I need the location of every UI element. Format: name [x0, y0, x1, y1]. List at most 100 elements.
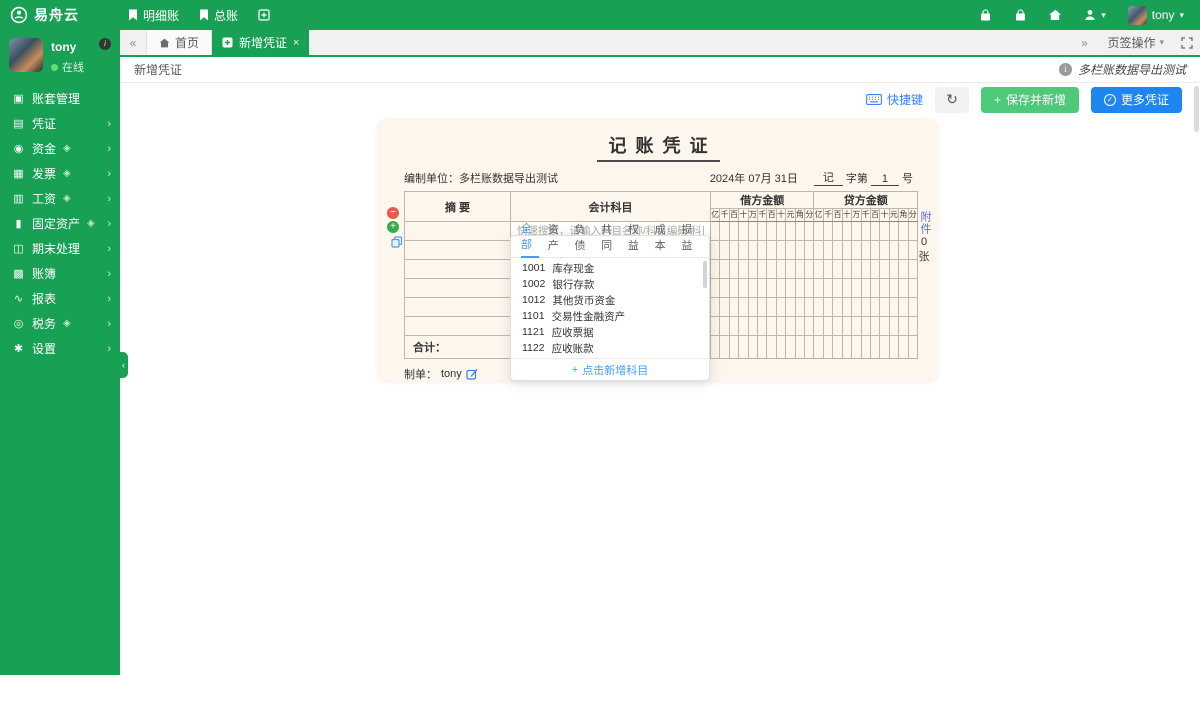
amount-cell[interactable] [833, 241, 842, 260]
amount-cell[interactable] [852, 279, 861, 298]
amount-cell[interactable] [842, 241, 851, 260]
nav-item-general-ledger[interactable]: 总账 [199, 7, 238, 24]
account-menu[interactable]: tony ▾ [1128, 6, 1184, 25]
edit-icon[interactable] [466, 368, 478, 380]
amount-cell[interactable] [861, 279, 870, 298]
amount-cell[interactable] [899, 317, 908, 336]
home-button[interactable] [1049, 9, 1062, 21]
amount-cell[interactable] [823, 222, 832, 241]
account-option[interactable]: 1101交易性金融资产 [511, 308, 709, 324]
amount-cell[interactable] [786, 241, 795, 260]
tabs-scroll-left-button[interactable]: « [120, 30, 146, 55]
summary-cell[interactable] [405, 260, 511, 279]
app-store-button[interactable] [979, 9, 992, 22]
amount-cell[interactable] [880, 279, 889, 298]
amount-cell[interactable] [805, 279, 814, 298]
amount-cell[interactable] [776, 241, 785, 260]
amount-cell[interactable] [889, 241, 898, 260]
amount-cell[interactable] [739, 260, 748, 279]
sidebar-item-payroll[interactable]: ▥ 工资 ◈ › [0, 186, 120, 211]
amount-cell[interactable] [767, 241, 776, 260]
remove-row-button[interactable]: − [387, 207, 399, 219]
amount-cell[interactable] [729, 222, 738, 241]
amount-cell[interactable] [833, 222, 842, 241]
amount-cell[interactable] [739, 241, 748, 260]
amount-cell[interactable] [852, 317, 861, 336]
amount-cell[interactable] [852, 241, 861, 260]
tabs-scroll-right-button[interactable]: » [1071, 36, 1097, 50]
amount-cell[interactable] [861, 298, 870, 317]
amount-cell[interactable] [758, 298, 767, 317]
amount-cell[interactable] [786, 260, 795, 279]
amount-cell[interactable] [739, 222, 748, 241]
amount-cell[interactable] [842, 317, 851, 336]
amount-cell[interactable] [739, 317, 748, 336]
tab-profit-loss[interactable]: 损益 [681, 221, 699, 257]
amount-cell[interactable] [814, 298, 823, 317]
amount-cell[interactable] [899, 260, 908, 279]
amount-cell[interactable] [899, 298, 908, 317]
summary-cell[interactable] [405, 222, 511, 241]
summary-cell[interactable] [405, 241, 511, 260]
amount-cell[interactable] [720, 222, 729, 241]
amount-cell[interactable] [889, 222, 898, 241]
amount-cell[interactable] [720, 279, 729, 298]
amount-cell[interactable] [720, 260, 729, 279]
amount-cell[interactable] [823, 260, 832, 279]
amount-cell[interactable] [729, 260, 738, 279]
amount-cell[interactable] [889, 317, 898, 336]
amount-cell[interactable] [899, 222, 908, 241]
nav-add-menu-button[interactable] [258, 9, 270, 21]
summary-cell[interactable] [405, 317, 511, 336]
amount-cell[interactable] [814, 241, 823, 260]
amount-cell[interactable] [833, 298, 842, 317]
amount-cell[interactable] [795, 298, 804, 317]
account-option[interactable]: 1121应收票据 [511, 324, 709, 340]
amount-cell[interactable] [729, 317, 738, 336]
close-icon[interactable]: × [293, 37, 299, 49]
sidebar-item-funds[interactable]: ◉ 资金 ◈ › [0, 136, 120, 161]
amount-cell[interactable] [776, 298, 785, 317]
amount-cell[interactable] [833, 260, 842, 279]
amount-cell[interactable] [776, 222, 785, 241]
amount-cell[interactable] [758, 260, 767, 279]
amount-cell[interactable] [805, 298, 814, 317]
account-option[interactable]: 1002银行存款 [511, 276, 709, 292]
amount-cell[interactable] [852, 260, 861, 279]
amount-cell[interactable] [852, 222, 861, 241]
amount-cell[interactable] [833, 317, 842, 336]
amount-cell[interactable] [767, 222, 776, 241]
amount-cell[interactable] [870, 298, 879, 317]
amount-cell[interactable] [767, 279, 776, 298]
tab-liabilities[interactable]: 负债 [574, 221, 592, 257]
amount-cell[interactable] [739, 279, 748, 298]
voucher-word-field[interactable]: 记 [814, 169, 843, 186]
amount-cell[interactable] [899, 279, 908, 298]
amount-cell[interactable] [758, 222, 767, 241]
tab-operations-dropdown[interactable]: 页签操作 ▾ [1097, 34, 1174, 51]
tab-equity[interactable]: 权益 [628, 221, 646, 257]
amount-cell[interactable] [795, 317, 804, 336]
amount-cell[interactable] [842, 260, 851, 279]
amount-cell[interactable] [776, 260, 785, 279]
amount-cell[interactable] [748, 279, 757, 298]
amount-cell[interactable] [889, 298, 898, 317]
amount-cell[interactable] [870, 222, 879, 241]
tab-new-voucher[interactable]: 新增凭证 × [212, 30, 309, 55]
amount-cell[interactable] [861, 260, 870, 279]
account-option[interactable]: 1122应收账款 [511, 340, 709, 356]
amount-cell[interactable] [889, 260, 898, 279]
avatar[interactable] [9, 38, 43, 72]
amount-cell[interactable] [814, 279, 823, 298]
account-option[interactable]: 1012其他货币资金 [511, 292, 709, 308]
amount-cell[interactable] [748, 241, 757, 260]
sidebar-item-tax[interactable]: ◎ 税务 ◈ › [0, 311, 120, 336]
amount-cell[interactable] [814, 260, 823, 279]
amount-cell[interactable] [758, 279, 767, 298]
amount-cell[interactable] [833, 279, 842, 298]
amount-cell[interactable] [870, 279, 879, 298]
amount-cell[interactable] [870, 260, 879, 279]
amount-cell[interactable] [908, 298, 917, 317]
amount-cell[interactable] [711, 260, 720, 279]
amount-cell[interactable] [861, 222, 870, 241]
